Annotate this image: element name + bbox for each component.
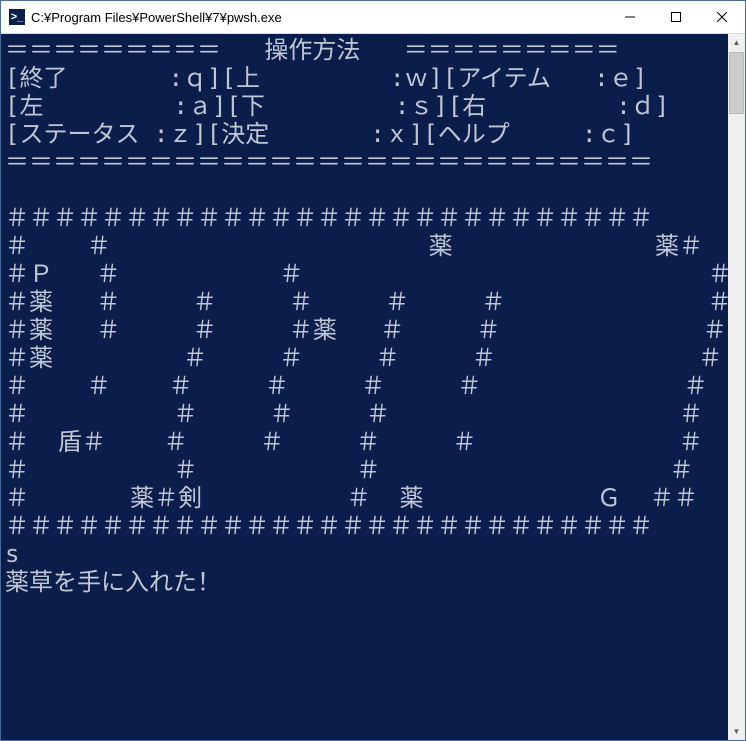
close-button[interactable] (699, 1, 745, 33)
map-row: ＃＃＃＃＃＃＃＃＃＃＃＃＃＃＃＃＃＃＃＃＃＃＃＃＃＃＃ (5, 204, 653, 232)
controls-divider: ＝＝＝＝＝＝＝＝＝ 操作方法 ＝＝＝＝＝＝＝＝＝ (5, 36, 620, 64)
map-row: ＃Ｐ ＃ ＃ ＃ (5, 260, 728, 288)
map-row: ＃ 盾＃ ＃ ＃ ＃ ＃ ＃ (5, 428, 703, 456)
scroll-thumb[interactable] (729, 52, 744, 114)
map-row: ＃ 薬＃剣 ＃ 薬 Ｇ ＃＃ (5, 484, 698, 512)
titlebar[interactable]: >_ C:¥Program Files¥PowerShell¥7¥pwsh.ex… (1, 1, 745, 34)
log-message: 薬草を手に入れた！ (5, 568, 221, 596)
powershell-icon: >_ (9, 9, 25, 25)
log-input: s (5, 540, 19, 568)
map-row: ＃ ＃ ＃ ＃ (5, 456, 693, 484)
map-row: ＃ ＃ 薬 薬＃ (5, 232, 703, 260)
map-row: ＃ ＃ ＃ ＃ ＃ (5, 400, 703, 428)
map-row: ＃薬 ＃ ＃ ＃ ＃ ＃ (5, 344, 722, 372)
window-title: C:¥Program Files¥PowerShell¥7¥pwsh.exe (31, 10, 607, 25)
controls-row: [終了 :ｑ][上 :ｗ][アイテム :ｅ] (5, 64, 647, 92)
controls-row: [ステータス :ｚ][決定 :ｘ][ヘルプ :ｃ] (5, 120, 635, 148)
content: ＝＝＝＝＝＝＝＝＝ 操作方法 ＝＝＝＝＝＝＝＝＝ [終了 :ｑ][上 :ｗ][ア… (1, 34, 745, 740)
map-row: ＃薬 ＃ ＃ ＃薬 ＃ ＃ ＃ (5, 316, 727, 344)
maximize-button[interactable] (653, 1, 699, 33)
vertical-scrollbar[interactable]: ▲ ▼ (728, 34, 745, 740)
scroll-down-arrow[interactable]: ▼ (728, 723, 745, 740)
controls-bottom-divider: ＝＝＝＝＝＝＝＝＝＝＝＝＝＝＝＝＝＝＝＝＝＝＝＝＝＝＝ (5, 148, 653, 176)
terminal-output[interactable]: ＝＝＝＝＝＝＝＝＝ 操作方法 ＝＝＝＝＝＝＝＝＝ [終了 :ｑ][上 :ｗ][ア… (1, 34, 728, 740)
minimize-button[interactable] (607, 1, 653, 33)
map-row: ＃＃＃＃＃＃＃＃＃＃＃＃＃＃＃＃＃＃＃＃＃＃＃＃＃＃＃ (5, 512, 653, 540)
map-row: ＃薬 ＃ ＃ ＃ ＃ ＃ ＃ (5, 288, 728, 316)
app-window: >_ C:¥Program Files¥PowerShell¥7¥pwsh.ex… (0, 0, 746, 741)
window-controls (607, 1, 745, 33)
map-row: ＃ ＃ ＃ ＃ ＃ ＃ ＃ (5, 372, 708, 400)
scroll-up-arrow[interactable]: ▲ (728, 34, 745, 51)
controls-row: [左 :ａ][下 :ｓ][右 :ｄ] (5, 92, 669, 120)
